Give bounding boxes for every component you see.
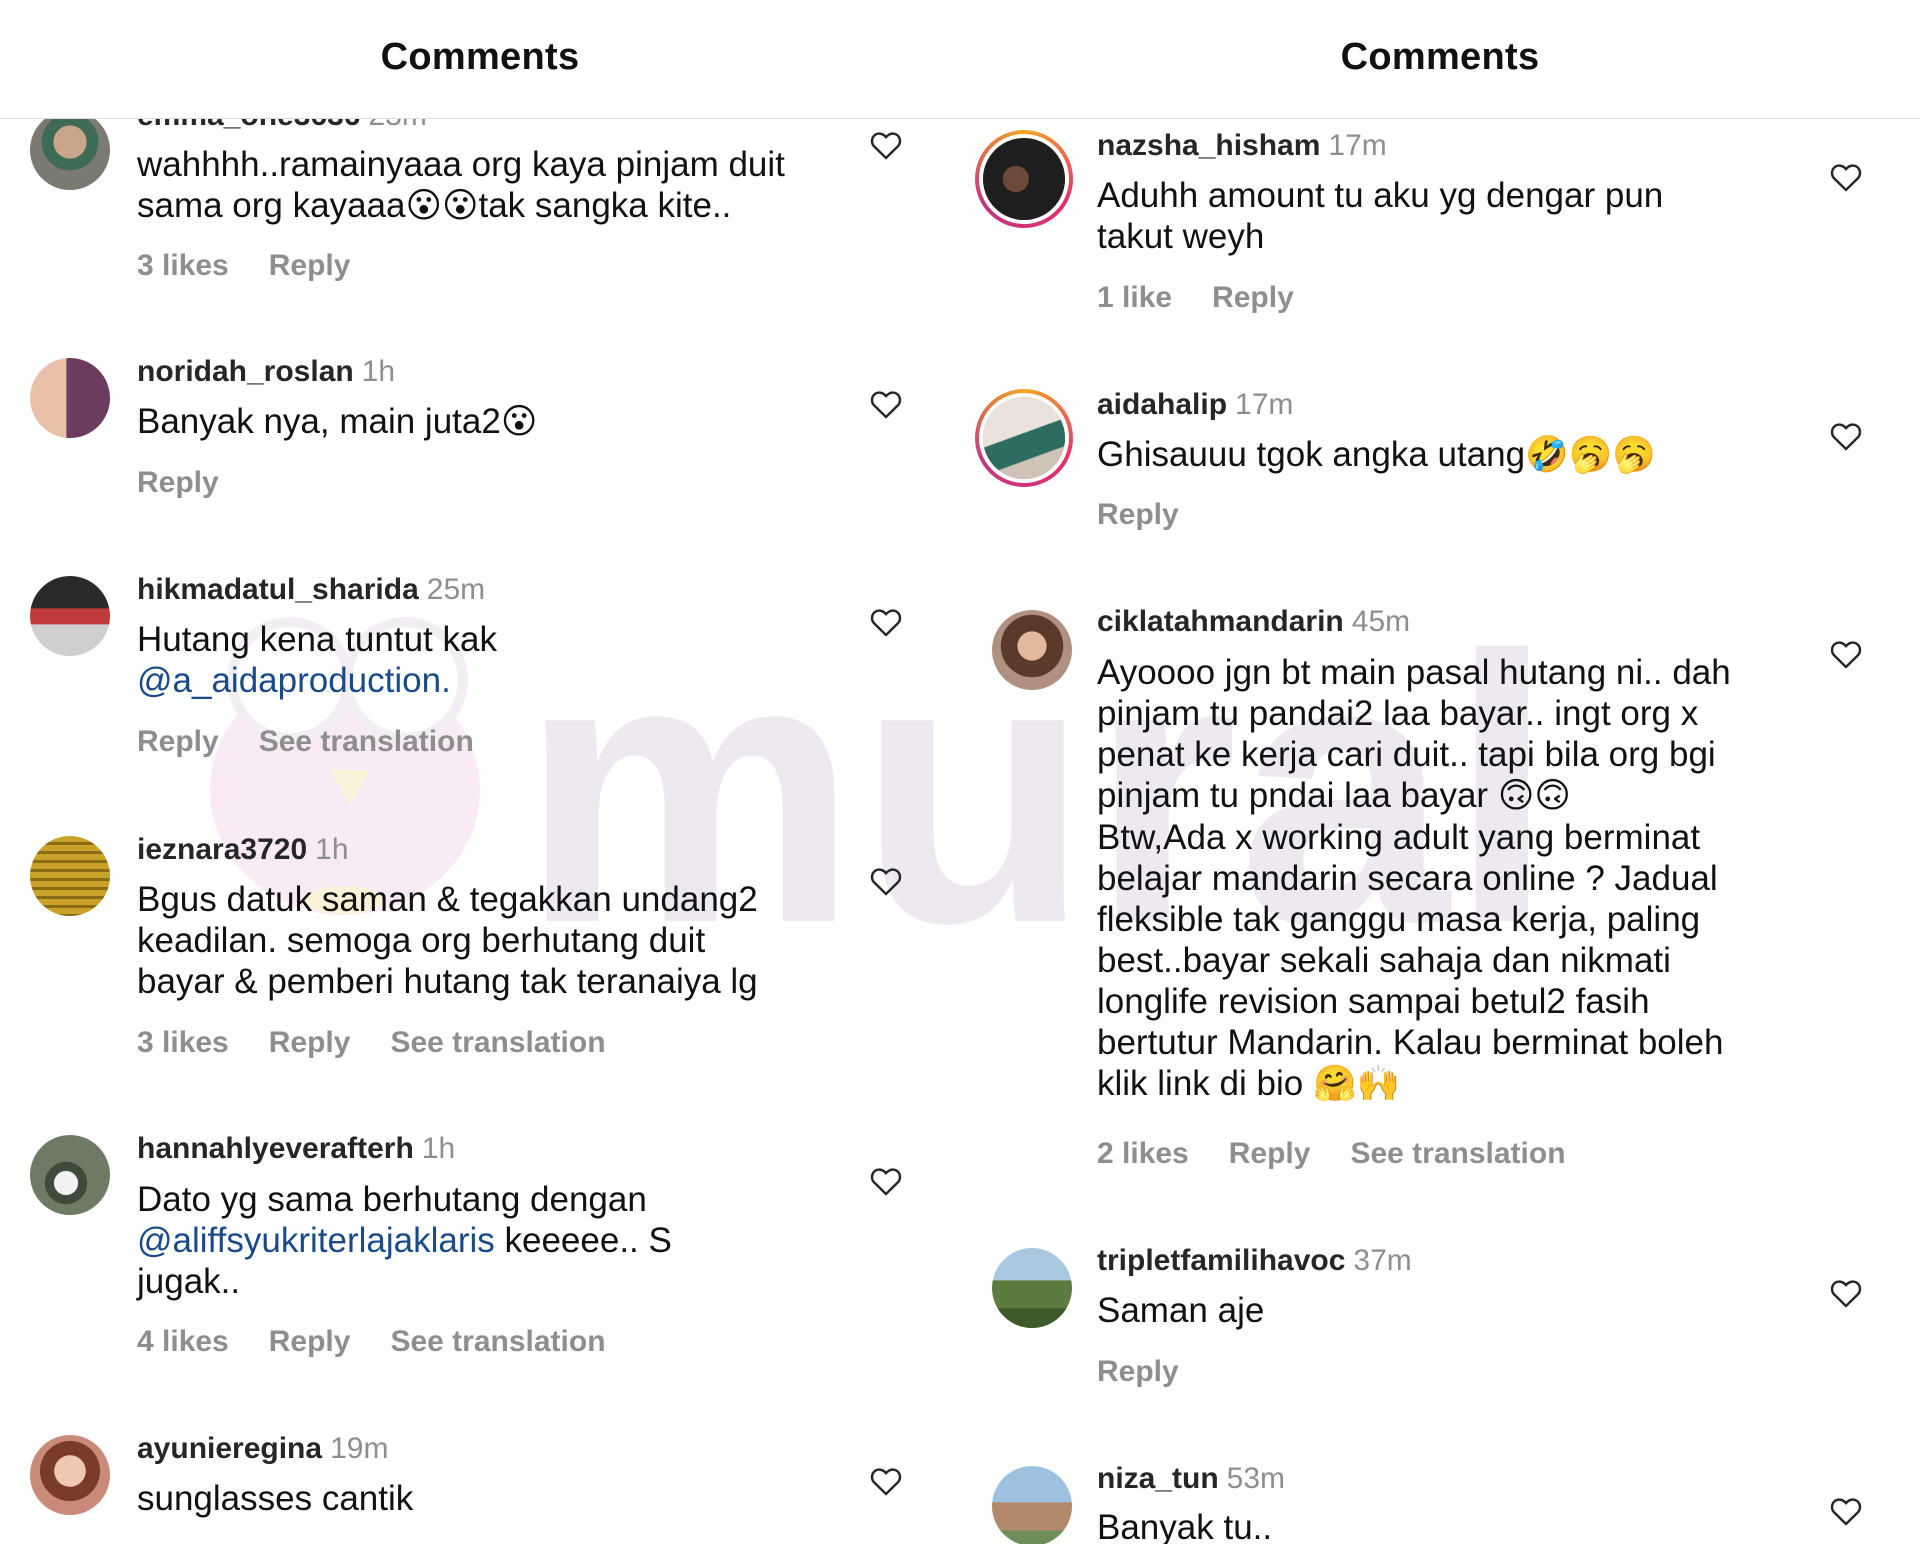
reply-button[interactable]: Reply: [1097, 498, 1179, 531]
username[interactable]: aidahalip: [1097, 388, 1227, 421]
comment-actions: 1 like Reply: [1097, 280, 1334, 316]
username[interactable]: hannahlyeverafterh: [137, 1132, 414, 1165]
avatar[interactable]: [30, 1435, 110, 1515]
avatar-story-ring[interactable]: [975, 130, 1073, 228]
like-heart-icon[interactable]: [869, 130, 903, 160]
timestamp: 17m: [1328, 129, 1387, 162]
comment-meta: hannahlyeverafterh 1h: [137, 1131, 455, 1167]
like-heart-icon[interactable]: [869, 607, 903, 637]
likes-count[interactable]: 2 likes: [1097, 1137, 1189, 1170]
comments-panel-right: Comments nazsha_hisham 17m Aduhh amount t…: [960, 0, 1920, 1559]
likes-count[interactable]: 4 likes: [137, 1325, 229, 1358]
reply-button[interactable]: Reply: [1229, 1137, 1311, 1170]
reply-button[interactable]: Reply: [269, 1325, 351, 1358]
avatar-story-ring[interactable]: [975, 389, 1073, 487]
avatar[interactable]: [992, 1248, 1072, 1328]
reply-button[interactable]: Reply: [137, 466, 219, 499]
like-heart-icon[interactable]: [1829, 1496, 1863, 1526]
likes-count[interactable]: 3 likes: [137, 249, 229, 282]
like-heart-icon[interactable]: [869, 866, 903, 896]
avatar[interactable]: [30, 836, 110, 916]
timestamp: 17m: [1235, 388, 1294, 421]
username[interactable]: noridah_roslan: [137, 355, 354, 388]
comment-actions: Reply: [1097, 1354, 1219, 1390]
comment-actions: Reply See translation: [137, 724, 514, 760]
like-heart-icon[interactable]: [1829, 1278, 1863, 1308]
comment-meta: noridah_roslan 1h: [137, 354, 395, 390]
username[interactable]: hikmadatul_sharida: [137, 573, 419, 606]
timestamp: 45m: [1351, 605, 1411, 638]
comment-actions: 4 likes Reply See translation: [137, 1324, 646, 1360]
comment-meta: ayunieregina 19m: [137, 1431, 388, 1467]
page-title: Comments: [1340, 35, 1540, 78]
comments-panel-left: Comments emma_one363623m wahhhh..ramainy…: [0, 0, 960, 1559]
mention-link[interactable]: @a_aidaproduction.: [137, 661, 451, 700]
comment-actions: Reply: [1097, 497, 1219, 533]
username[interactable]: ieznara3720: [137, 833, 307, 866]
see-translation-button[interactable]: See translation: [390, 1026, 605, 1059]
reply-button[interactable]: Reply: [1097, 1355, 1179, 1388]
like-heart-icon[interactable]: [869, 389, 903, 419]
timestamp: 19m: [330, 1432, 389, 1465]
timestamp: 1h: [421, 1132, 456, 1165]
like-heart-icon[interactable]: [869, 1166, 903, 1196]
page-title: Comments: [380, 35, 580, 78]
comment-text: sunglasses cantik: [137, 1479, 414, 1518]
comment-actions: 2 likes Reply See translation: [1097, 1136, 1606, 1172]
username[interactable]: nazsha_hisham: [1097, 129, 1320, 162]
comment-text: Bgus datuk saman & tegakkan undang2 kead…: [137, 880, 758, 1001]
panel-header: Comments: [0, 0, 960, 119]
panel-header: Comments: [960, 0, 1920, 119]
comment-meta: hikmadatul_sharida 25m: [137, 572, 485, 608]
see-translation-button[interactable]: See translation: [259, 725, 474, 758]
avatar[interactable]: [30, 358, 110, 438]
avatar[interactable]: [30, 576, 110, 656]
like-heart-icon[interactable]: [1829, 162, 1863, 192]
comment-text: Dato yg sama berhutang dengan @aliffsyukr…: [137, 1180, 672, 1301]
comment-text: Saman aje: [1097, 1291, 1265, 1330]
like-heart-icon[interactable]: [869, 1466, 903, 1496]
timestamp: 37m: [1353, 1244, 1412, 1277]
reply-button[interactable]: Reply: [269, 249, 351, 282]
avatar[interactable]: [30, 1135, 110, 1215]
reply-button[interactable]: Reply: [269, 1026, 351, 1059]
mention-link[interactable]: @aliffsyukriterlajaklaris: [137, 1221, 495, 1260]
comment-meta: aidahalip 17m: [1097, 387, 1293, 423]
comment-text: Banyak tu..: [1097, 1508, 1273, 1547]
username[interactable]: ciklatahmandarin: [1097, 605, 1344, 638]
comment-text: Ayoooo jgn bt main pasal hutang ni.. dah…: [1097, 653, 1731, 1104]
avatar[interactable]: [992, 1466, 1072, 1546]
timestamp: 1h: [361, 355, 396, 388]
comment-text: Banyak nya, main juta2😮: [137, 402, 538, 442]
comment-meta: ieznara3720 1h: [137, 832, 349, 868]
timestamp: 53m: [1226, 1462, 1286, 1495]
comment-text: wahhhh..ramainyaaa org kaya pinjam duit …: [137, 145, 785, 226]
likes-count[interactable]: 3 likes: [137, 1026, 229, 1059]
reply-button[interactable]: Reply: [137, 725, 219, 758]
timestamp: 1h: [315, 833, 349, 866]
avatar[interactable]: [30, 110, 110, 190]
username[interactable]: tripletfamilihavoc: [1097, 1244, 1345, 1277]
like-heart-icon[interactable]: [1829, 639, 1863, 669]
comment-actions: 3 likes Reply See translation: [137, 1025, 646, 1061]
comment-actions: 3 likes Reply: [137, 248, 390, 284]
comment-meta: ciklatahmandarin 45m: [1097, 604, 1410, 640]
comment-actions: Reply: [137, 465, 259, 501]
username[interactable]: ayunieregina: [137, 1432, 322, 1465]
comment-text: Hutang kena tuntut kak @a_aidaproduction.: [137, 620, 497, 700]
like-heart-icon[interactable]: [1829, 421, 1863, 451]
comment-text: Ghisauuu tgok angka utang🤣🥱🥱: [1097, 435, 1656, 475]
comment-meta: niza_tun 53m: [1097, 1461, 1285, 1497]
avatar[interactable]: [992, 610, 1072, 690]
see-translation-button[interactable]: See translation: [1350, 1137, 1565, 1170]
likes-count[interactable]: 1 like: [1097, 281, 1172, 314]
username[interactable]: niza_tun: [1097, 1462, 1219, 1495]
comment-text: Aduhh amount tu aku yg dengar pun takut …: [1097, 176, 1664, 256]
reply-button[interactable]: Reply: [1212, 281, 1294, 314]
see-translation-button[interactable]: See translation: [390, 1325, 605, 1358]
comment-meta: tripletfamilihavoc 37m: [1097, 1243, 1412, 1279]
timestamp: 25m: [426, 573, 486, 606]
comment-meta: nazsha_hisham 17m: [1097, 128, 1387, 164]
